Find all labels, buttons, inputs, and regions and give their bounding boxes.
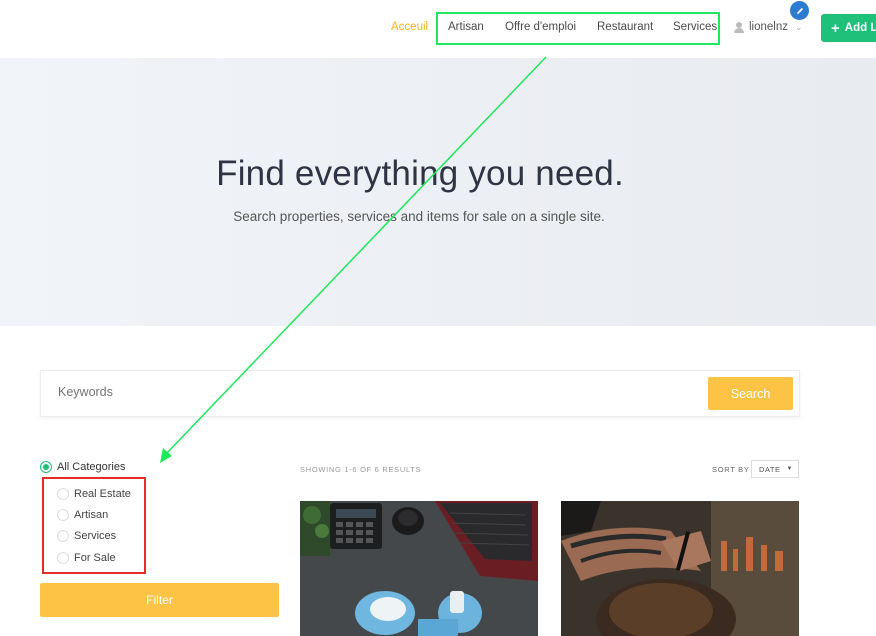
hero-subtitle: Search properties, services and items fo… (233, 209, 605, 224)
plus-icon: + (831, 19, 840, 37)
sort-value: DATE (759, 464, 781, 474)
add-listing-button[interactable]: + Add L (821, 14, 876, 42)
listing-card-image-cleaning[interactable] (300, 501, 538, 636)
user-name: lionelnz (749, 21, 788, 33)
annotation-highlight-nav (436, 12, 720, 45)
site-header: Acceuil Artisan Offre d'emploi Restauran… (0, 0, 876, 58)
chevron-down-icon: ⌄ (795, 21, 803, 32)
arrow-head-icon (160, 448, 172, 463)
user-menu[interactable]: lionelnz ⌄ (734, 21, 803, 33)
nav-home-link[interactable]: Acceuil (391, 21, 428, 33)
sort-label: SORT BY (712, 465, 750, 474)
add-listing-label: Add L (844, 22, 876, 34)
category-all-option[interactable]: All Categories (40, 461, 125, 473)
hero-title: Find everything you need. (216, 154, 624, 193)
radio-checked-icon[interactable] (40, 461, 52, 473)
user-icon (734, 21, 744, 33)
category-all-label: All Categories (57, 461, 126, 473)
search-button[interactable]: Search (708, 377, 793, 410)
cleaning-desk-image (300, 501, 538, 636)
barber-image (561, 501, 799, 636)
annotation-highlight-categories (42, 477, 146, 574)
listing-card-image-barber[interactable] (561, 501, 799, 636)
edit-pencil-icon[interactable] (790, 1, 809, 20)
caret-down-icon: ▼ (786, 466, 793, 472)
search-bar: Search (40, 370, 800, 417)
sort-select[interactable]: DATE ▼ (751, 460, 799, 478)
hero-banner: Find everything you need. Search propert… (0, 58, 876, 326)
keywords-input[interactable] (58, 385, 658, 399)
filter-button[interactable]: Filter (40, 583, 279, 617)
results-count: SHOWING 1-6 OF 6 RESULTS (300, 465, 422, 474)
